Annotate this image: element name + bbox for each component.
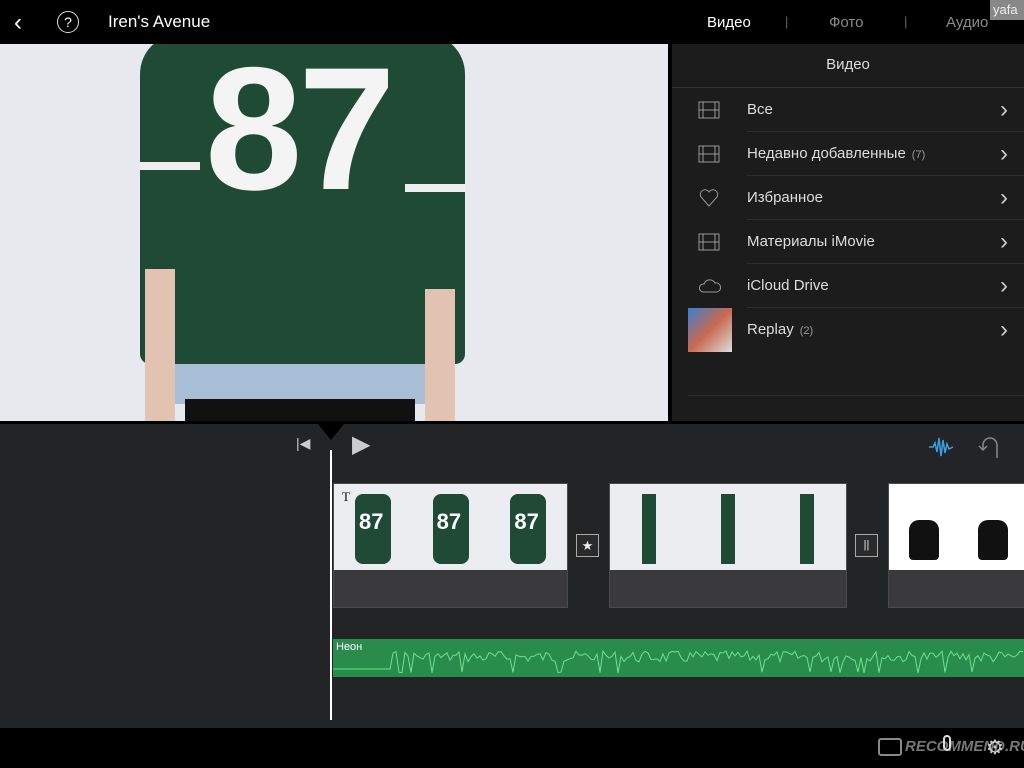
jersey-number: 87: [205, 44, 396, 227]
cloud-icon: [698, 276, 722, 296]
settings-gear-icon[interactable]: ⚙: [986, 735, 1004, 760]
audio-track-label: Неон: [336, 641, 363, 653]
play-icon[interactable]: ▶: [352, 430, 370, 459]
library-item[interactable]: Материалы iMovie ›: [672, 220, 1024, 264]
undo-icon[interactable]: [976, 434, 1002, 460]
title-marker: T: [342, 489, 350, 504]
shirt-hem: [175, 364, 425, 404]
transition-button[interactable]: ★: [576, 534, 599, 557]
library-item[interactable]: Replay (2) ›: [672, 308, 1024, 352]
library-item-label: Избранное: [747, 189, 829, 206]
bottom-bar: RECOMMEND.RU ⚙: [0, 728, 1024, 768]
chevron-right-icon: ›: [1000, 140, 1008, 167]
heart-icon: [698, 188, 720, 208]
library-item-label: Материалы iMovie: [747, 233, 881, 250]
tab-audio[interactable]: Аудио: [946, 14, 988, 31]
watermark-user: yafa: [990, 0, 1024, 20]
audio-track[interactable]: Неон: [333, 639, 1024, 677]
item-label: Replay: [747, 321, 794, 338]
arm-left: [145, 269, 175, 421]
back-chevron-icon[interactable]: ‹: [14, 9, 22, 37]
help-icon[interactable]: ?: [57, 11, 79, 33]
item-label: Материалы iMovie: [747, 233, 875, 250]
chevron-right-icon: ›: [1000, 184, 1008, 211]
tab-video[interactable]: Видео: [707, 14, 751, 31]
clip-thumbnails: [610, 484, 847, 570]
library-item[interactable]: Избранное ›: [672, 176, 1024, 220]
clip-thumbnails: [889, 484, 1024, 570]
tab-divider: |: [904, 14, 908, 29]
item-count: (7): [911, 149, 926, 161]
item-count: (2): [799, 325, 814, 337]
arm-right: [425, 289, 455, 421]
chevron-right-icon: ›: [1000, 316, 1008, 343]
sleeve-stripe: [405, 184, 465, 192]
microphone-icon[interactable]: [943, 735, 951, 751]
timeline[interactable]: |◀ ▶ 87 87 87 T ★ ||: [0, 424, 1024, 728]
item-label: Все: [747, 101, 773, 118]
divider: [688, 395, 1024, 396]
camera-icon[interactable]: [878, 738, 902, 756]
library-item-label: Недавно добавленные (7): [747, 145, 925, 162]
top-bar: ‹ ? Iren's Avenue Видео | Фото | Аудио y…: [0, 0, 1024, 44]
film-icon: [698, 100, 720, 120]
library-title: Видео: [826, 56, 870, 73]
film-icon: [698, 232, 720, 252]
library-item[interactable]: Недавно добавленные (7) ›: [672, 132, 1024, 176]
tab-divider: |: [785, 14, 789, 29]
library-item[interactable]: iCloud Drive ›: [672, 264, 1024, 308]
waveform-line: [333, 649, 1024, 674]
skirt: [185, 399, 415, 421]
film-icon: [698, 144, 720, 164]
watermark: RECOMMEND.RU: [905, 738, 1024, 755]
video-clip-1[interactable]: 87 87 87 T: [333, 483, 568, 608]
library-item-label: iCloud Drive: [747, 277, 835, 294]
replay-thumbnail: [688, 308, 732, 352]
library-item-label: Все: [747, 101, 779, 118]
item-label: Избранное: [747, 189, 824, 206]
audio-waveform-icon[interactable]: [928, 434, 954, 460]
media-library-panel: Видео Все › Недавно добавленные (7) › Избранн…: [672, 44, 1024, 421]
library-item-label: Replay (2): [747, 321, 813, 338]
video-clip-3[interactable]: [888, 483, 1024, 608]
chevron-right-icon: ›: [1000, 228, 1008, 255]
chevron-right-icon: ›: [1000, 96, 1008, 123]
playhead-line: [330, 677, 332, 720]
playhead-marker[interactable]: [318, 424, 344, 440]
sleeve-stripe: [140, 162, 200, 170]
item-label: Недавно добавленные: [747, 145, 906, 162]
skip-to-start-icon[interactable]: |◀: [296, 435, 310, 452]
transition-button[interactable]: ||: [855, 534, 878, 557]
tab-photo[interactable]: Фото: [829, 14, 863, 31]
chevron-right-icon: ›: [1000, 272, 1008, 299]
library-item[interactable]: Все ›: [672, 88, 1024, 132]
item-label: iCloud Drive: [747, 277, 829, 294]
video-clip-2[interactable]: [609, 483, 847, 608]
video-preview[interactable]: 87: [0, 44, 668, 421]
project-title: Iren's Avenue: [108, 12, 211, 31]
clip-thumbnails: 87 87 87: [334, 484, 568, 570]
audio-waveform: [333, 649, 1024, 674]
